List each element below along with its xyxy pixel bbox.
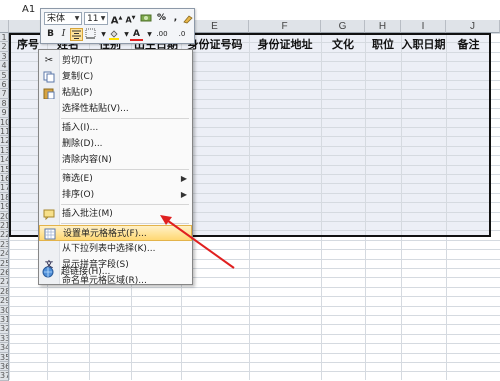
annotation-arrow (160, 215, 235, 269)
arrow-shaft (163, 217, 235, 269)
